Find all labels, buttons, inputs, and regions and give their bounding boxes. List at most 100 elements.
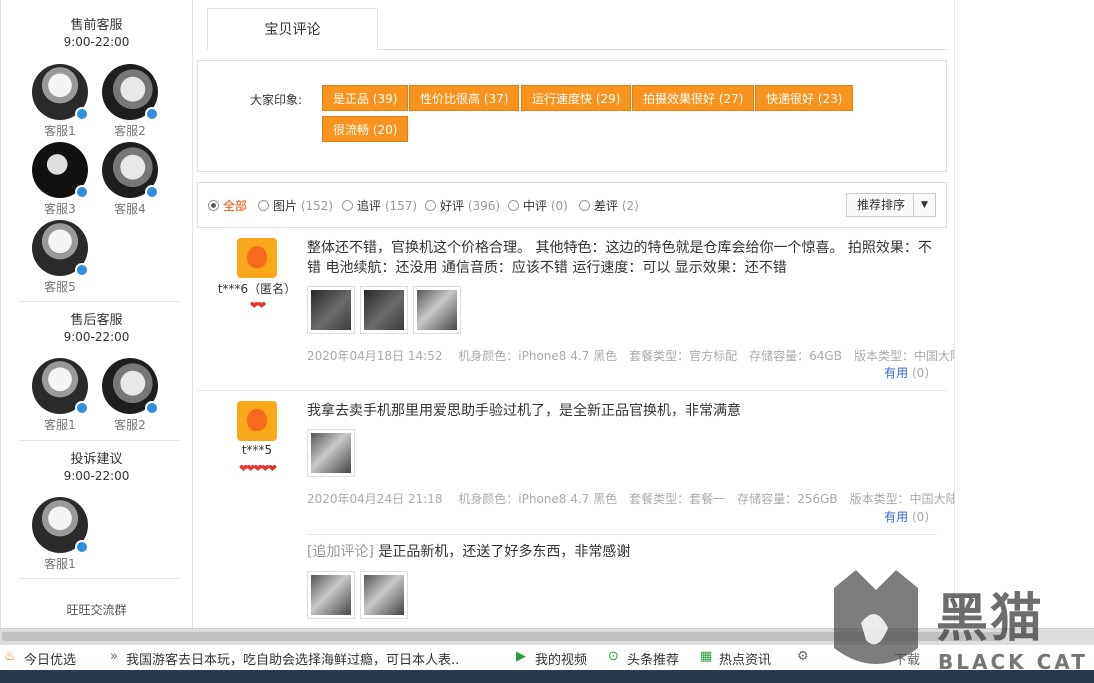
agent-avatar: [32, 220, 89, 277]
agent-name: 客服4: [114, 202, 146, 216]
agent-avatar: [102, 142, 159, 199]
browser-news-bar: ♨ 今日优选 » 我国游客去日本玩，吃自助会选择海鲜过瘾，可日本人表.. ▶ 我…: [0, 644, 1094, 670]
useful-link[interactable]: 有用: [884, 366, 908, 380]
double-chevron-icon: »: [110, 649, 118, 664]
credit-hearts-icon: ❤❤: [249, 299, 266, 312]
presale-agent-5[interactable]: 客服5: [29, 220, 91, 295]
sidebar-divider: [19, 578, 179, 579]
useful-count: (0): [912, 510, 929, 524]
sidebar-divider: [19, 301, 179, 302]
hot-news-link[interactable]: 热点资讯: [719, 649, 771, 668]
review-text: 整体还不错，官换机这个价格合理。 其他特色：这边的特色就是仓库会给你一个惊喜。 …: [307, 240, 932, 276]
impression-tag[interactable]: 性价比很高 (37): [409, 85, 520, 111]
today-picks-link[interactable]: 今日优选: [24, 649, 76, 668]
review-username: t***5: [241, 443, 273, 457]
appended-review-text: 是正品新机，还送了好多东西，非常感谢: [378, 544, 631, 560]
agent-name: 客服1: [44, 418, 76, 432]
useful-link[interactable]: 有用: [884, 510, 908, 524]
impression-tag[interactable]: 拍摄效果很好 (27): [632, 85, 755, 111]
presale-title: 售前客服: [70, 18, 123, 33]
online-badge-icon: [75, 540, 89, 554]
aftersale-title: 售后客服: [70, 313, 123, 328]
presale-agent-2[interactable]: 客服2: [99, 64, 161, 139]
user-avatar: [237, 238, 277, 278]
append-divider: [307, 534, 937, 535]
presale-agent-3[interactable]: 客服3: [29, 142, 91, 217]
review-meta: 2020年04月24日 21:18 机身颜色：iPhone8 4.7 黑色 套餐…: [307, 492, 958, 506]
filter-followup[interactable]: 追评 (157): [342, 197, 417, 214]
agent-name: 客服5: [44, 280, 76, 294]
tab-reviews[interactable]: 宝贝评论: [207, 8, 378, 50]
review-photo[interactable]: [307, 429, 355, 477]
wangwang-group-link[interactable]: 旺旺交流群: [1, 601, 192, 618]
impression-tag[interactable]: 是正品 (39): [322, 85, 409, 111]
review-photo[interactable]: [307, 286, 355, 334]
online-badge-icon: [75, 185, 89, 199]
agent-name: 客服3: [44, 202, 76, 216]
impressions-panel: 大家印象: 是正品 (39) 性价比很高 (37) 运行速度快 (29) 拍摄效…: [197, 60, 947, 172]
radio-icon: [579, 200, 590, 211]
impression-tag[interactable]: 快递很好 (23): [755, 85, 854, 111]
review-photo[interactable]: [360, 286, 408, 334]
aftersale-agent-1[interactable]: 客服1: [29, 358, 91, 433]
flame-icon: ♨: [4, 649, 16, 664]
useful-count: (0): [912, 366, 929, 380]
agent-name: 客服1: [44, 124, 76, 138]
agent-avatar: [102, 64, 159, 121]
agent-name: 客服1: [44, 557, 76, 571]
sidebar-divider: [19, 440, 179, 441]
scrollbar-thumb[interactable]: [2, 632, 1002, 641]
chevron-down-icon: ▼: [913, 194, 935, 216]
radio-icon: [508, 200, 519, 211]
sort-dropdown[interactable]: 推荐排序 ▼: [846, 193, 936, 217]
agent-avatar: [32, 64, 89, 121]
agent-name: 客服2: [114, 418, 146, 432]
online-badge-icon: [145, 185, 159, 199]
aftersale-agent-2[interactable]: 客服2: [99, 358, 161, 433]
filter-all[interactable]: 全部: [208, 197, 247, 214]
complaint-agent-1[interactable]: 客服1: [29, 497, 91, 572]
filter-negative[interactable]: 差评 (2): [579, 197, 639, 214]
filter-positive[interactable]: 好评 (396): [425, 197, 500, 214]
download-link[interactable]: 下载: [894, 649, 920, 668]
radio-icon: [258, 200, 269, 211]
online-badge-icon: [75, 401, 89, 415]
presale-agent-4[interactable]: 客服4: [99, 142, 161, 217]
useful-vote[interactable]: 有用 (0): [884, 364, 929, 381]
radio-icon: [342, 200, 353, 211]
agent-avatar: [32, 358, 89, 415]
appended-review-label: [追加评论]: [307, 544, 374, 560]
my-video-link[interactable]: 我的视频: [535, 649, 587, 668]
filter-neutral[interactable]: 中评 (0): [508, 197, 568, 214]
top-recommend-link[interactable]: 头条推荐: [627, 649, 679, 668]
os-taskbar: [0, 670, 1094, 683]
review-meta: 2020年04月18日 14:52 机身颜色：iPhone8 4.7 黑色 套餐…: [307, 349, 962, 363]
settings-icon[interactable]: ⚙: [797, 649, 809, 664]
agent-avatar: [32, 497, 89, 554]
impressions-label: 大家印象:: [250, 93, 303, 107]
useful-vote[interactable]: 有用 (0): [884, 508, 929, 525]
online-badge-icon: [75, 107, 89, 121]
review-photo[interactable]: [413, 286, 461, 334]
appended-review: [追加评论] 是正品新机，还送了好多东西，非常感谢: [307, 542, 937, 562]
review-images: [307, 286, 466, 337]
filter-images[interactable]: 图片 (152): [258, 197, 333, 214]
aftersale-hours: 9:00-22:00: [63, 330, 130, 344]
agent-avatar: [102, 358, 159, 415]
customer-service-sidebar: 售前客服 9:00-22:00 客服1 客服2 客服3 客服4 客服5 售后客服…: [0, 0, 193, 628]
impression-tag[interactable]: 运行速度快 (29): [521, 85, 632, 111]
review-photo[interactable]: [307, 571, 355, 619]
play-icon: ▶: [516, 649, 526, 664]
credit-hearts-icon: ❤❤❤❤❤: [238, 462, 277, 475]
review-text: 我拿去卖手机那里用爱思助手验过机了，是全新正品官换机，非常满意: [307, 403, 741, 419]
review-photo[interactable]: [360, 571, 408, 619]
online-badge-icon: [75, 263, 89, 277]
right-column: [954, 0, 1094, 628]
presale-agent-1[interactable]: 客服1: [29, 64, 91, 139]
impression-tag[interactable]: 很流畅 (20): [322, 116, 409, 142]
review-item: t***6（匿名） ❤❤ 整体还不错，官换机这个价格合理。 其他特色：这边的特色…: [197, 228, 962, 390]
radio-icon: [425, 200, 436, 211]
news-icon: ▦: [700, 649, 713, 664]
news-headline-link[interactable]: 我国游客去日本玩，吃自助会选择海鲜过瘾，可日本人表..: [126, 649, 512, 668]
horizontal-scrollbar[interactable]: [0, 628, 1094, 644]
